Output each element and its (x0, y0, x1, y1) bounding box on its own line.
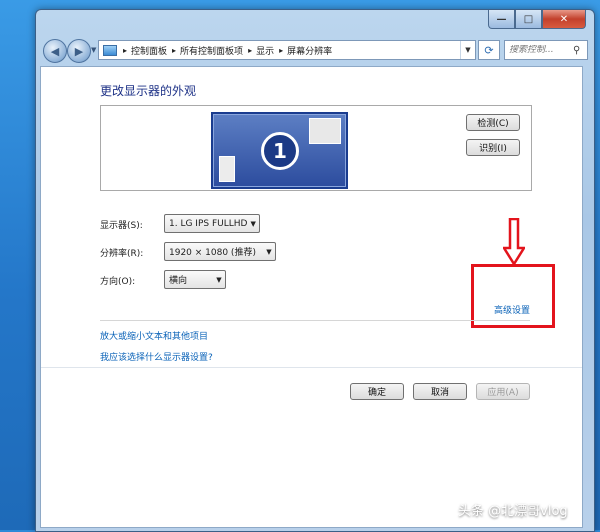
breadcrumb-chevron-icon[interactable]: ▸ (279, 46, 283, 55)
annotation-highlight-box (471, 264, 555, 328)
breadcrumb-chevron-icon[interactable]: ▸ (248, 46, 252, 55)
detect-button[interactable]: 检测(C) (466, 114, 520, 131)
orientation-label: 方向(O): (100, 277, 136, 287)
maximize-button[interactable]: □ (515, 10, 542, 29)
breadcrumb-item[interactable]: 屏幕分辨率 (287, 44, 332, 57)
chevron-down-icon: ▼ (250, 219, 256, 228)
search-input[interactable] (505, 45, 571, 55)
window-thumbnail-icon (309, 118, 341, 144)
text-size-link[interactable]: 放大或缩小文本和其他项目 (100, 329, 208, 342)
display-preview-area: 1 检测(C) 识别(I) (100, 105, 532, 191)
breadcrumb-chevron-icon: ▸ (123, 45, 128, 55)
identify-button[interactable]: 识别(I) (466, 139, 520, 156)
page-title: 更改显示器的外观 (100, 84, 197, 98)
window-controls: — □ ✕ (488, 10, 586, 29)
resolution-label: 分辨率(R): (100, 249, 144, 259)
monitor-1-thumbnail[interactable]: 1 (211, 112, 348, 189)
breadcrumb-item[interactable]: 控制面板 (131, 44, 167, 57)
resolution-select-value: 1920 × 1080 (推荐) (169, 248, 256, 258)
resolution-select[interactable]: 1920 × 1080 (推荐) ▼ (164, 242, 276, 261)
divider (41, 367, 582, 368)
close-button[interactable]: ✕ (542, 10, 586, 29)
ok-button[interactable]: 确定 (350, 383, 404, 400)
address-bar[interactable]: ▸ 控制面板 ▸ 所有控制面板项 ▸ 显示 ▸ 屏幕分辨率 ▼ (98, 40, 476, 60)
divider (100, 320, 530, 321)
address-dropdown-icon[interactable]: ▼ (460, 41, 475, 59)
control-panel-window: — □ ✕ ◀ ▶ ▼ ▸ 控制面板 ▸ 所有控制面板项 ▸ 显示 ▸ 屏幕分辨… (35, 9, 595, 532)
search-icon[interactable]: ⚲ (573, 45, 580, 56)
advanced-settings-link[interactable]: 高级设置 (494, 303, 530, 316)
monitor-number-badge: 1 (261, 132, 299, 170)
watermark-text: 头条 @北漂哥vlog (458, 504, 568, 519)
display-label: 显示器(S): (100, 221, 143, 231)
forward-button[interactable]: ▶ (67, 39, 91, 63)
apply-button[interactable]: 应用(A) (476, 383, 530, 400)
minimize-button[interactable]: — (488, 10, 515, 29)
refresh-button[interactable]: ⟳ (478, 40, 500, 60)
window-thumbnail-icon (219, 156, 235, 182)
display-select[interactable]: 1. LG IPS FULLHD ▼ (164, 214, 260, 233)
recent-pages-dropdown[interactable]: ▼ (91, 46, 97, 54)
orientation-select[interactable]: 横向 ▼ (164, 270, 226, 289)
breadcrumb: ▸ 控制面板 ▸ 所有控制面板项 ▸ 显示 ▸ 屏幕分辨率 (121, 44, 332, 57)
chevron-down-icon: ▼ (266, 247, 272, 256)
red-arrow-annotation (503, 218, 525, 266)
breadcrumb-item[interactable]: 所有控制面板项 (180, 44, 243, 57)
display-select-value: 1. LG IPS FULLHD (169, 218, 248, 229)
breadcrumb-chevron-icon[interactable]: ▸ (172, 46, 176, 55)
search-box[interactable]: ⚲ (504, 40, 588, 60)
breadcrumb-item[interactable]: 显示 (256, 44, 274, 57)
control-panel-icon (103, 44, 117, 56)
display-settings-help-link[interactable]: 我应该选择什么显示器设置? (100, 350, 213, 363)
orientation-select-value: 横向 (169, 276, 188, 286)
cancel-button[interactable]: 取消 (413, 383, 467, 400)
chevron-down-icon: ▼ (216, 275, 222, 284)
back-button[interactable]: ◀ (43, 39, 67, 63)
navigation-bar: ◀ ▶ ▼ ▸ 控制面板 ▸ 所有控制面板项 ▸ 显示 ▸ 屏幕分辨率 ▼ ⟳ … (40, 38, 590, 64)
content-pane: 更改显示器的外观 1 检测(C) 识别(I) 显示器(S): 1. LG IPS… (40, 66, 583, 528)
